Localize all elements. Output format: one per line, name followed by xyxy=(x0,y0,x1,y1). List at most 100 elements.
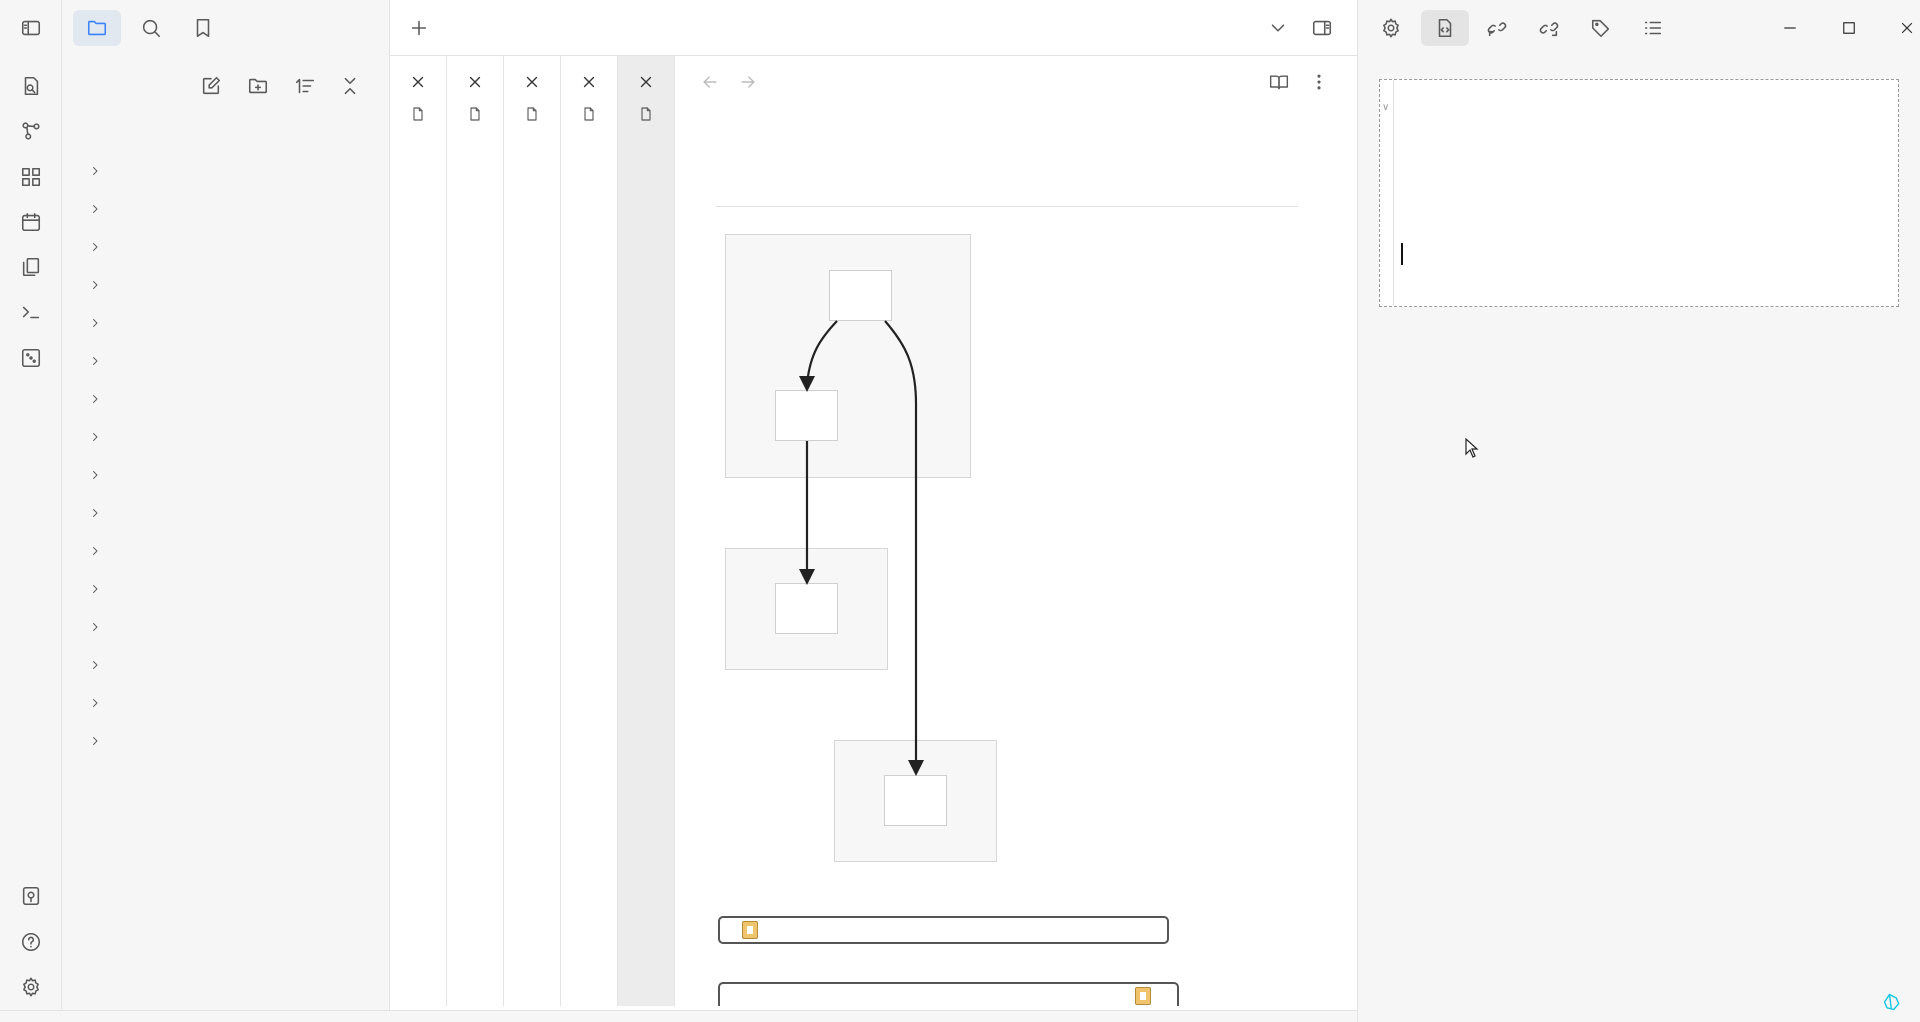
tab-backlinks[interactable] xyxy=(1473,10,1521,46)
vault-switcher-icon[interactable] xyxy=(17,882,45,910)
tab-files[interactable] xyxy=(73,10,121,46)
file-icon xyxy=(634,102,658,126)
help-icon[interactable] xyxy=(17,928,45,956)
tree-folder[interactable] xyxy=(62,728,388,754)
tab-source-code[interactable] xyxy=(1421,10,1469,46)
quick-switcher-icon[interactable] xyxy=(17,72,45,100)
close-icon[interactable] xyxy=(575,68,603,96)
embedded-link-block[interactable] xyxy=(718,916,1169,944)
tab-tags[interactable] xyxy=(1577,10,1625,46)
gear-icon xyxy=(1380,17,1402,39)
fold-chevron-icon[interactable]: ∨ xyxy=(1382,102,1389,113)
close-icon[interactable] xyxy=(461,68,489,96)
tree-folder[interactable] xyxy=(62,272,388,298)
forward-arrow-icon[interactable] xyxy=(734,68,762,96)
tree-file[interactable] xyxy=(62,766,388,792)
tree-folder[interactable] xyxy=(62,424,388,450)
embedded-link-block[interactable] xyxy=(718,982,1179,1006)
chevron-right-icon xyxy=(88,468,102,482)
tree-folder[interactable] xyxy=(62,614,388,640)
file-icon xyxy=(520,102,544,126)
settings-icon[interactable] xyxy=(17,973,45,1001)
tree-folder[interactable] xyxy=(62,310,388,336)
source-code-editor[interactable]: ∨ xyxy=(1379,79,1899,307)
ribbon xyxy=(0,0,62,1022)
new-note-icon[interactable] xyxy=(197,72,225,100)
close-icon[interactable] xyxy=(632,68,660,96)
tab-header-bar xyxy=(390,0,1357,56)
templates-icon[interactable] xyxy=(17,253,45,281)
graph-view-icon[interactable] xyxy=(17,117,45,145)
stacked-tab[interactable] xyxy=(561,56,618,1006)
file-icon xyxy=(577,102,601,126)
tab-list-dropdown-icon[interactable] xyxy=(1264,14,1292,42)
chevron-right-icon xyxy=(88,202,102,216)
tag-icon xyxy=(1590,17,1612,39)
backlink-icon xyxy=(1486,17,1508,39)
tree-root[interactable] xyxy=(62,120,388,146)
stacked-tab[interactable] xyxy=(390,56,447,1006)
outline-list-icon xyxy=(1642,17,1664,39)
tree-folder[interactable] xyxy=(62,538,388,564)
chevron-right-icon xyxy=(88,506,102,520)
maximize-icon[interactable] xyxy=(1833,12,1865,44)
stacked-tab-active[interactable] xyxy=(618,56,675,1006)
close-window-icon[interactable] xyxy=(1891,12,1920,44)
stacked-tab[interactable] xyxy=(447,56,504,1006)
new-tab-icon[interactable] xyxy=(405,14,433,42)
chevron-right-icon xyxy=(88,544,102,558)
tree-file[interactable] xyxy=(62,956,388,982)
command-palette-icon[interactable] xyxy=(17,298,45,326)
tree-folder[interactable] xyxy=(62,462,388,488)
tab-search[interactable] xyxy=(127,10,175,46)
editor-gutter: ∨ xyxy=(1380,80,1394,306)
note-nav-bar xyxy=(675,56,1357,108)
chevron-right-icon xyxy=(88,316,102,330)
stacked-tab[interactable] xyxy=(504,56,561,1006)
right-sidebar-toggle-icon[interactable] xyxy=(1308,14,1336,42)
close-icon[interactable] xyxy=(518,68,546,96)
code-file-icon xyxy=(1434,17,1456,39)
sidebar-toggle-icon[interactable] xyxy=(17,14,45,42)
random-note-icon[interactable] xyxy=(17,344,45,372)
tree-folder[interactable] xyxy=(62,690,388,716)
sort-order-icon[interactable] xyxy=(291,72,319,100)
new-folder-icon[interactable] xyxy=(244,72,272,100)
search-icon xyxy=(140,17,162,39)
chevron-right-icon xyxy=(88,392,102,406)
tab-outline[interactable] xyxy=(1629,10,1677,46)
chevron-right-icon xyxy=(88,658,102,672)
tree-file[interactable] xyxy=(62,842,388,868)
tree-folder[interactable] xyxy=(62,158,388,184)
reading-view-icon[interactable] xyxy=(1265,68,1293,96)
tree-folder[interactable] xyxy=(62,652,388,678)
tree-file[interactable] xyxy=(62,880,388,906)
tree-folder[interactable] xyxy=(62,386,388,412)
tab-bookmarks[interactable] xyxy=(179,10,227,46)
mouse-cursor-icon xyxy=(1465,437,1479,458)
tree-folder[interactable] xyxy=(62,576,388,602)
back-arrow-icon[interactable] xyxy=(696,68,724,96)
chevron-right-icon xyxy=(88,164,102,178)
obsidian-logo-icon xyxy=(1880,990,1904,1014)
canvas-icon[interactable] xyxy=(17,163,45,191)
outgoing-link-icon xyxy=(1538,17,1560,39)
close-icon[interactable] xyxy=(404,68,432,96)
daily-note-icon[interactable] xyxy=(17,208,45,236)
diagram-edge xyxy=(805,320,838,385)
chevron-right-icon xyxy=(88,620,102,634)
tab-settings[interactable] xyxy=(1367,10,1415,46)
tree-folder[interactable] xyxy=(62,196,388,222)
minimize-icon[interactable] xyxy=(1774,12,1806,44)
more-options-icon[interactable] xyxy=(1305,68,1333,96)
collapse-all-icon[interactable] xyxy=(336,72,364,100)
clipboard-icon xyxy=(1135,987,1151,1005)
tree-file[interactable] xyxy=(62,804,388,830)
chevron-right-icon xyxy=(88,240,102,254)
file-icon xyxy=(406,102,430,126)
tree-folder[interactable] xyxy=(62,234,388,260)
tree-folder[interactable] xyxy=(62,348,388,374)
tree-folder[interactable] xyxy=(62,500,388,526)
tree-file[interactable] xyxy=(62,918,388,944)
tab-outgoing-links[interactable] xyxy=(1525,10,1573,46)
